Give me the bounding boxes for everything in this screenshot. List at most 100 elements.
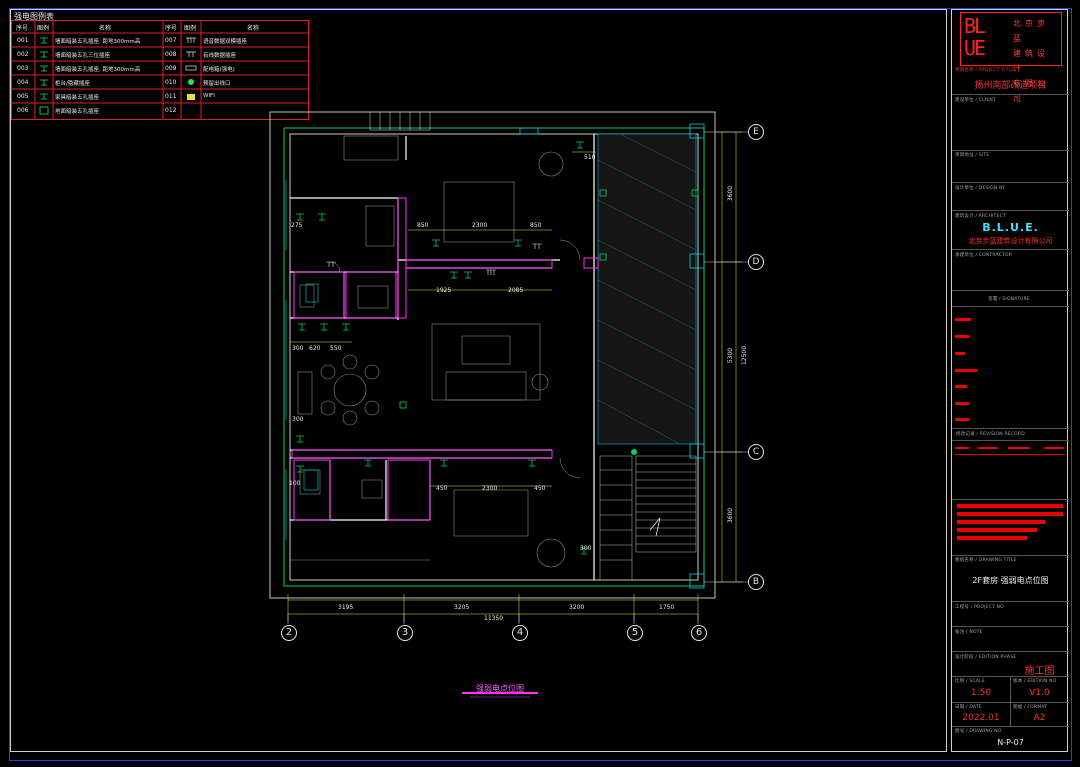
- grid-bubble-col: 4: [512, 625, 528, 641]
- dim-label: 275: [291, 222, 303, 229]
- logo-char: 步: [1037, 19, 1049, 28]
- dim-label-right: 12500: [741, 345, 749, 366]
- logo-char: 蓝: [1013, 34, 1025, 43]
- version-value: V1.0: [1029, 688, 1050, 698]
- logo-char: 计: [1013, 64, 1025, 73]
- dim-label: 2085: [508, 287, 524, 294]
- signature-line: [955, 352, 965, 355]
- logo-letter: E: [974, 36, 986, 60]
- dim-label: 510: [584, 154, 596, 161]
- divider: [952, 290, 1069, 291]
- revision-mark: [955, 454, 1065, 455]
- dim-label-bottom: 3200: [569, 604, 585, 611]
- divider: [952, 651, 1069, 652]
- logo-char: 司: [1013, 94, 1025, 103]
- project-name: 扬州南部改造项目: [974, 81, 1047, 91]
- date-label: 日期 / DATE: [955, 705, 982, 710]
- dim-label: 450: [534, 485, 546, 492]
- grid-bubble-row: E: [748, 124, 764, 140]
- logo-letter: B: [964, 14, 976, 38]
- dimension-labels: 510 850 2300 850 275 1925 2085 300 620 5…: [0, 0, 946, 760]
- divider: [952, 182, 1069, 183]
- grid-bubble-row: C: [748, 444, 764, 460]
- divider: [952, 249, 1069, 250]
- dim-label: 2300: [482, 485, 498, 492]
- revision-table: [952, 440, 1069, 500]
- stamp-block: [957, 504, 1063, 508]
- dim-label: 450: [436, 485, 448, 492]
- dim-label: 850: [417, 222, 429, 229]
- drawing-no-label: 图号 / DRAWING NO: [955, 729, 1002, 734]
- project-no-label: 工程号 / PROJECT NO: [955, 605, 1004, 610]
- logo-char: 北: [1013, 19, 1025, 28]
- signature-line: [955, 318, 971, 321]
- dim-label-right: 5300: [727, 347, 735, 364]
- stamp-block: [957, 536, 1027, 540]
- project-label: 项目名称 / PROJECT TITLE: [955, 68, 1015, 73]
- drawing-title-label: 图纸名称 / DRAWING TITLE: [955, 558, 1017, 563]
- signature-line: [955, 335, 969, 338]
- scale-label: 比例 / SCALE: [955, 679, 985, 684]
- version-label: 版本 / EDITION NO: [1013, 679, 1057, 684]
- revision-mark: [978, 447, 998, 449]
- revision-mark: [955, 447, 969, 449]
- company-name: 北京步蓝建筑设计有限公司: [968, 237, 1053, 245]
- divider: [952, 555, 1069, 556]
- logo-char: 筑: [1025, 49, 1037, 58]
- dim-label-right: 3600: [727, 507, 735, 524]
- stamp-block: [957, 520, 1045, 524]
- divider: [952, 210, 1069, 211]
- grid-bubble-col: 2: [281, 625, 297, 641]
- signature-line: [955, 418, 969, 421]
- logo-letter: L: [974, 14, 986, 38]
- contractor-label: 承建单位 / CONTRACTOR: [955, 253, 1013, 258]
- dim-label-bottom: 3205: [454, 604, 470, 611]
- architect-label: 建筑设计 / ARCHITECT: [955, 214, 1006, 219]
- dim-label: 300: [292, 416, 304, 423]
- divider: [952, 726, 1069, 727]
- divider: [952, 428, 1069, 429]
- logo-mark: BL UE: [964, 15, 1008, 63]
- site-label: 项目地址 / SITE: [955, 153, 990, 158]
- grid-bubble-row: B: [748, 574, 764, 590]
- signature-line: [955, 385, 967, 388]
- dim-label: 550: [330, 345, 342, 352]
- logo-char: 建: [1013, 49, 1025, 58]
- edition-value: 施工图: [1024, 666, 1055, 677]
- company-logo: BL UE 北京步蓝 建筑设计 有限公司: [960, 12, 1062, 103]
- divider: [952, 94, 1069, 95]
- divider: [952, 702, 1069, 703]
- drawing-no-value: N-P-07: [997, 738, 1024, 747]
- client-label: 建设单位 / CLIENT: [955, 98, 996, 103]
- dim-label: 1925: [436, 287, 452, 294]
- grid-bubble-col: 6: [691, 625, 707, 641]
- logo-char: 设: [1037, 49, 1049, 58]
- dim-label-right: 3600: [727, 185, 735, 202]
- grid-bubble-col: 5: [627, 625, 643, 641]
- revision-label: 修改记录 / REVISION RECORD: [956, 432, 1025, 437]
- size-value: A2: [1033, 713, 1046, 723]
- dim-label: 300: [580, 545, 592, 552]
- logo-letter: U: [964, 36, 976, 60]
- grid-bubble-col: 3: [397, 625, 413, 641]
- dim-label: 100: [289, 480, 301, 487]
- revision-mark: [1008, 447, 1030, 449]
- dim-label: 620: [309, 345, 321, 352]
- signature-line: [955, 402, 969, 405]
- dim-label-total: 11350: [484, 615, 504, 622]
- grid-bubble-row: D: [748, 254, 764, 270]
- dim-label-bottom: 1750: [659, 604, 675, 611]
- stamp-block: [957, 512, 1063, 516]
- dim-label: 850: [530, 222, 542, 229]
- signature-label: 签署 / SIGNATURE: [988, 297, 1030, 302]
- signature-line: [955, 369, 977, 372]
- drawing-title: 2F套房 强弱电点位图: [972, 576, 1049, 585]
- stamp-block: [957, 528, 1037, 532]
- dim-label: 2300: [472, 222, 488, 229]
- divider: [952, 626, 1069, 627]
- dim-label-bottom: 3195: [338, 604, 354, 611]
- designed-label: 设计单位 / DESIGN BY: [955, 186, 1005, 191]
- logo-chars: 北京步蓝 建筑设计 有限公司: [1013, 16, 1059, 106]
- title-block: BL UE 北京步蓝 建筑设计 有限公司 项目名称 / PROJECT TITL…: [951, 9, 1069, 752]
- notes-label: 备注 / NOTE: [955, 630, 983, 635]
